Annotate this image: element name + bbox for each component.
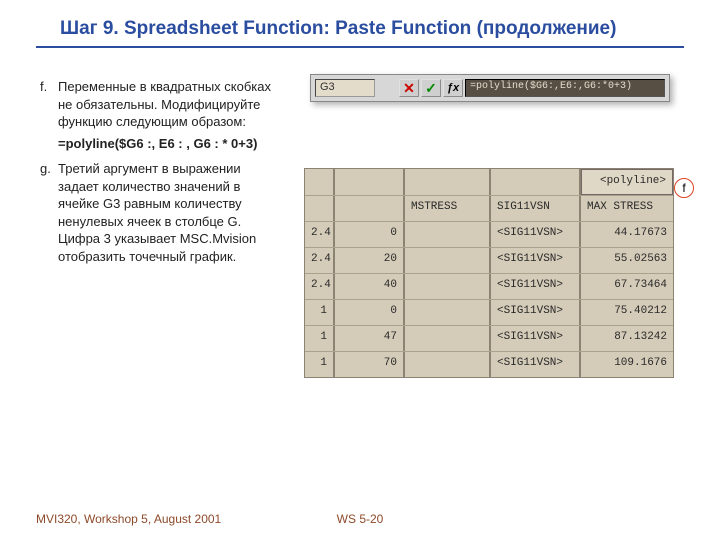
table-row: 2.4 40 <SIG11VSN> 67.73464 bbox=[305, 273, 673, 299]
right-image-column: G3 ✕ ✓ ƒx =polyline($G6:,E6:,G6:*0+3) f … bbox=[280, 78, 700, 273]
left-text-column: f. Переменные в квадратных скобках не об… bbox=[40, 78, 280, 273]
spreadsheet-row-polyline: <polyline> bbox=[305, 169, 673, 195]
item-f-letter: f. bbox=[40, 78, 58, 152]
table-row: 1 0 <SIG11VSN> 75.40212 bbox=[305, 299, 673, 325]
table-row: 2.4 20 <SIG11VSN> 55.02563 bbox=[305, 247, 673, 273]
table-row: 2.4 0 <SIG11VSN> 44.17673 bbox=[305, 221, 673, 247]
item-f-formula: =polyline($G6 :, E6 : , G6 : * 0+3) bbox=[58, 135, 280, 153]
footer-center: WS 5-20 bbox=[337, 512, 384, 526]
spreadsheet: <polyline> MSTRESS SIG11VSN MAX STRESS 2… bbox=[304, 168, 674, 378]
content-area: f. Переменные в квадратных скобках не об… bbox=[0, 48, 720, 273]
item-f-text: Переменные в квадратных скобках не обяза… bbox=[58, 79, 271, 129]
formula-bar: G3 ✕ ✓ ƒx =polyline($G6:,E6:,G6:*0+3) bbox=[310, 74, 670, 102]
col-sig11vsn: SIG11VSN bbox=[491, 196, 581, 221]
item-g: g. Третий аргумент в выражении задает ко… bbox=[40, 160, 280, 265]
item-g-letter: g. bbox=[40, 160, 58, 265]
col-mstress: MSTRESS bbox=[405, 196, 491, 221]
col-maxstress: MAX STRESS bbox=[581, 196, 673, 221]
footer-left: MVI320, Workshop 5, August 2001 bbox=[36, 512, 221, 526]
table-row: 1 70 <SIG11VSN> 109.1676 bbox=[305, 351, 673, 377]
callout-f-badge: f bbox=[674, 178, 694, 198]
accept-button[interactable]: ✓ bbox=[421, 79, 441, 97]
polyline-cell[interactable]: <polyline> bbox=[581, 169, 673, 195]
formula-input[interactable]: =polyline($G6:,E6:,G6:*0+3) bbox=[465, 79, 665, 97]
item-f: f. Переменные в квадратных скобках не об… bbox=[40, 78, 280, 152]
cell-reference-box[interactable]: G3 bbox=[315, 79, 375, 97]
table-row: 1 47 <SIG11VSN> 87.13242 bbox=[305, 325, 673, 351]
page-title: Шаг 9. Spreadsheet Function: Paste Funct… bbox=[0, 0, 720, 46]
cancel-button[interactable]: ✕ bbox=[399, 79, 419, 97]
footer: MVI320, Workshop 5, August 2001 WS 5-20 bbox=[36, 512, 684, 526]
item-g-text: Третий аргумент в выражении задает колич… bbox=[58, 160, 280, 265]
fx-button[interactable]: ƒx bbox=[443, 79, 463, 97]
spreadsheet-header-row: MSTRESS SIG11VSN MAX STRESS bbox=[305, 195, 673, 221]
